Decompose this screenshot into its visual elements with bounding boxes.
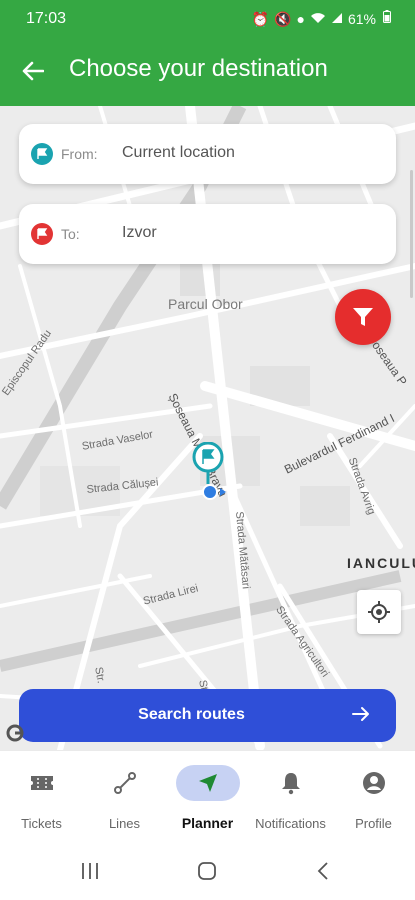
battery-percent: 61% — [347, 11, 376, 27]
nav-label: Planner — [181, 815, 234, 831]
to-field[interactable]: To: Izvor — [19, 204, 396, 264]
signal-icon — [331, 11, 343, 27]
from-flag-icon — [31, 143, 53, 165]
alarm-icon: ⏰ — [251, 10, 270, 27]
nav-label: Notifications — [255, 816, 326, 831]
nav-item-planner[interactable]: Planner — [166, 751, 249, 841]
ticket-icon — [10, 765, 74, 801]
map-streets — [0, 106, 415, 750]
from-value: Current location — [122, 144, 235, 161]
to-flag-icon — [31, 223, 53, 245]
map-view[interactable]: Parcul Obor Șoseaua Mihai Bravu Bulevard… — [0, 106, 415, 750]
from-label: From: — [61, 146, 98, 162]
status-time: 17:03 — [26, 10, 67, 27]
nav-item-profile[interactable]: Profile — [332, 751, 415, 841]
bell-icon — [259, 765, 323, 801]
page-title: Choose your destination — [69, 55, 328, 82]
battery-icon — [383, 10, 391, 28]
google-logo-icon — [6, 724, 24, 747]
nav-label: Tickets — [21, 816, 62, 831]
mute-icon: 🔇 — [274, 10, 292, 27]
status-icons: ⏰ 🔇 ● 61% — [252, 10, 391, 28]
home-button[interactable] — [187, 858, 227, 884]
system-back-button[interactable] — [303, 858, 343, 884]
chevron-left-icon — [317, 862, 328, 880]
map-label-area: IANCULU — [347, 555, 415, 571]
search-routes-button[interactable]: Search routes — [19, 689, 396, 742]
nav-item-tickets[interactable]: Tickets — [0, 751, 83, 841]
to-value: Izvor — [122, 224, 157, 241]
navigation-icon — [175, 765, 240, 801]
to-label: To: — [61, 226, 80, 242]
recents-icon — [82, 863, 98, 879]
my-location-button[interactable] — [357, 590, 401, 634]
profile-icon — [342, 765, 406, 801]
wifi-icon — [310, 11, 326, 27]
recents-button[interactable] — [70, 858, 110, 884]
route-icon — [93, 765, 157, 801]
crosshair-icon — [368, 601, 390, 623]
system-nav-bar — [0, 840, 415, 900]
map-label-park: Parcul Obor — [168, 296, 243, 312]
scrollbar[interactable] — [410, 170, 413, 298]
location-icon: ● — [296, 11, 305, 27]
nav-label: Lines — [108, 816, 141, 831]
flag-pin-icon — [192, 441, 226, 500]
nav-label: Profile — [355, 816, 392, 831]
filter-button[interactable] — [335, 289, 391, 345]
arrow-left-icon — [22, 61, 44, 81]
arrow-right-icon — [352, 707, 369, 721]
nav-item-lines[interactable]: Lines — [83, 751, 166, 841]
nav-item-notifications[interactable]: Notifications — [249, 751, 332, 841]
location-pin — [190, 441, 230, 509]
map-label-street: Str. — [92, 666, 107, 685]
back-button[interactable] — [16, 54, 50, 88]
bottom-nav: Tickets Lines Planner Notifications Prof… — [0, 750, 415, 840]
home-icon — [198, 862, 216, 880]
from-field[interactable]: From: Current location — [19, 124, 396, 184]
status-bar: 17:03 ⏰ 🔇 ● 61% — [0, 0, 415, 38]
filter-icon — [353, 308, 373, 326]
app-bar: Choose your destination — [0, 38, 415, 106]
search-routes-label: Search routes — [138, 706, 245, 723]
